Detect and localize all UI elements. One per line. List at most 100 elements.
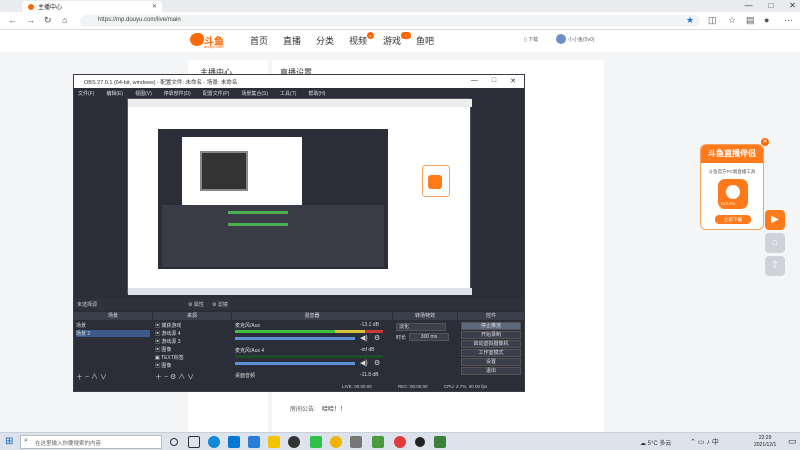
app-icon[interactable] xyxy=(372,436,384,448)
bookmark-star-icon[interactable]: ★ xyxy=(686,15,694,26)
obs-menu-tools[interactable]: 工具(T) xyxy=(280,90,296,98)
studio-mode-button[interactable]: 工作室模式 xyxy=(461,349,521,357)
nav-game[interactable]: 游戏 xyxy=(383,34,401,47)
nav-home[interactable]: 首页 xyxy=(250,34,268,47)
obs-title: OBS 27.0.1 (64-bit, windows) - 配置文件: 未命名… xyxy=(84,80,238,86)
windows-start-icon[interactable]: ⊞ xyxy=(5,436,13,447)
source-item[interactable]: ▣ 图像 xyxy=(155,346,229,353)
obs-maximize-button[interactable]: □ xyxy=(492,77,496,85)
browser-tab[interactable]: 主播中心 ✕ xyxy=(22,1,162,12)
stop-streaming-button[interactable]: 停止推流 xyxy=(461,322,521,330)
clock[interactable]: 22:29 2021/12/1 xyxy=(754,435,776,449)
window-controls: — □ ✕ xyxy=(744,1,796,10)
maximize-button[interactable]: □ xyxy=(768,1,773,10)
url-input[interactable]: https://mp.douyu.com/live/main xyxy=(80,15,700,27)
speaker-icon[interactable]: ◀) xyxy=(360,334,368,342)
browser-icon[interactable] xyxy=(330,436,342,448)
obs-menu-scenes[interactable]: 场景集合(S) xyxy=(241,90,268,98)
obs-menu-file[interactable]: 文件(F) xyxy=(78,90,94,98)
refresh-icon[interactable]: ↻ xyxy=(44,15,52,26)
explorer-icon[interactable] xyxy=(268,436,280,448)
nav-category[interactable]: 分类 xyxy=(316,34,334,47)
source-item[interactable]: ▣ 捕获游戏 xyxy=(155,322,229,329)
obs-minimize-button[interactable]: — xyxy=(471,77,478,85)
source-item[interactable]: ▣ 图像 xyxy=(155,362,229,369)
scene-item[interactable]: 场景 xyxy=(76,322,150,329)
mail-icon[interactable] xyxy=(248,436,260,448)
mixer-channel-db: -inf dB xyxy=(360,347,375,353)
nav-video[interactable]: 视频 xyxy=(349,34,367,47)
forward-icon[interactable]: → xyxy=(26,15,35,25)
play-float-icon[interactable]: ▶ xyxy=(765,210,785,230)
edge-icon[interactable] xyxy=(208,436,220,448)
virtual-camera-button[interactable]: 启动虚拟摄像机 xyxy=(461,340,521,348)
gear-icon[interactable]: ⚙ xyxy=(374,359,380,367)
home-icon[interactable]: ⌂ xyxy=(62,15,67,25)
app-icon[interactable] xyxy=(350,436,362,448)
obs-menu-docks[interactable]: 停靠部件(D) xyxy=(164,90,191,98)
collections-icon[interactable]: ▤ xyxy=(746,15,755,26)
app-icon[interactable] xyxy=(288,436,300,448)
nav-yuba[interactable]: 鱼吧 xyxy=(416,34,434,47)
promo-download-button[interactable]: 立即下载 xyxy=(715,215,751,224)
taskbar-search-input[interactable]: 在这里输入你要搜索的内容 xyxy=(20,435,162,449)
netease-music-icon[interactable] xyxy=(394,436,406,448)
obs-icon[interactable] xyxy=(414,436,426,448)
back-icon[interactable]: ← xyxy=(8,15,17,25)
windows-taskbar: ⊞ 在这里输入你要搜索的内容 ⌕ ☁ 5°C 多云 ⌃ ▭ ♪ 中 22:29 … xyxy=(0,432,800,450)
gear-icon[interactable]: ⚙ xyxy=(374,334,380,342)
user-name[interactable]: 小小鱼(0v0) xyxy=(568,36,594,43)
avatar[interactable] xyxy=(556,34,566,44)
properties-button[interactable]: ⚙ 属性 xyxy=(188,301,204,308)
wechat-icon[interactable] xyxy=(310,436,322,448)
mixer-meter-red xyxy=(365,330,383,333)
obs-menu-view[interactable]: 视图(V) xyxy=(135,90,152,98)
sources-header: 来源 xyxy=(153,312,231,320)
more-icon[interactable]: ⋯ xyxy=(784,15,793,26)
system-tray-icons[interactable]: ⌃ ▭ ♪ 中 xyxy=(690,437,719,447)
obs-menu-profile[interactable]: 配置文件(P) xyxy=(203,90,230,98)
tab-close-icon[interactable]: ✕ xyxy=(152,3,157,10)
cortana-icon[interactable] xyxy=(170,438,178,446)
obs-menu-help[interactable]: 帮助(H) xyxy=(308,90,325,98)
store-icon[interactable] xyxy=(228,436,240,448)
nav-live[interactable]: 直播 xyxy=(283,34,301,47)
source-item[interactable]: ▣ 游戏源 3 xyxy=(155,338,229,345)
favorites-icon[interactable]: ☆ xyxy=(728,15,736,26)
obs-source-toolbar: 未选择源 ⚙ 属性 ⚙ 滤镜 xyxy=(74,298,524,310)
volume-slider[interactable] xyxy=(235,362,355,365)
nested-browser-bar xyxy=(128,99,472,107)
exit-button[interactable]: 退出 xyxy=(461,367,521,375)
source-item[interactable]: ▣ 游戏源 4 xyxy=(155,330,229,337)
controls-header: 控件 xyxy=(458,312,524,320)
promo-close-icon[interactable]: ✕ xyxy=(761,138,769,146)
obs-preview[interactable] xyxy=(127,98,472,295)
obs-menu-edit[interactable]: 编辑(E) xyxy=(106,90,123,98)
home-float-icon[interactable]: ⌂ xyxy=(765,233,785,253)
notification-icon[interactable]: ▭ xyxy=(788,436,797,447)
minimize-button[interactable]: — xyxy=(744,1,752,10)
douyu-logo[interactable]: 斗鱼 douyu.com xyxy=(190,32,226,50)
top-float-icon[interactable]: ⇧ xyxy=(765,256,785,276)
source-add-remove-controls[interactable]: ＋ − ⚙ ∧ ∨ xyxy=(155,372,194,382)
filters-button[interactable]: ⚙ 滤镜 xyxy=(212,301,228,308)
speaker-icon[interactable]: ◀) xyxy=(360,359,368,367)
obs-close-button[interactable]: ✕ xyxy=(510,77,516,85)
scene-add-remove-controls[interactable]: ＋ − ∧ ∨ xyxy=(76,372,107,382)
settings-button[interactable]: 设置 xyxy=(461,358,521,366)
mixer-header: 混音器 xyxy=(232,312,392,320)
start-recording-button[interactable]: 开始录制 xyxy=(461,331,521,339)
app-icon[interactable] xyxy=(434,436,446,448)
duration-input[interactable]: 300 ms xyxy=(409,333,449,341)
source-item[interactable]: ▣ TEXT标签 xyxy=(155,354,229,361)
task-view-icon[interactable] xyxy=(188,436,200,448)
extensions-icon[interactable]: ◫ xyxy=(708,15,717,26)
profile-icon[interactable]: ● xyxy=(764,15,769,25)
scene-item-selected[interactable]: 场景 2 xyxy=(76,330,150,337)
nested-taskbar xyxy=(128,288,472,295)
download-link[interactable]: ▯ 下载 xyxy=(524,36,538,43)
close-button[interactable]: ✕ xyxy=(789,1,796,10)
volume-slider[interactable] xyxy=(235,337,355,340)
tab-title: 主播中心 xyxy=(38,5,63,11)
transition-select[interactable]: 淡化 xyxy=(396,323,446,331)
